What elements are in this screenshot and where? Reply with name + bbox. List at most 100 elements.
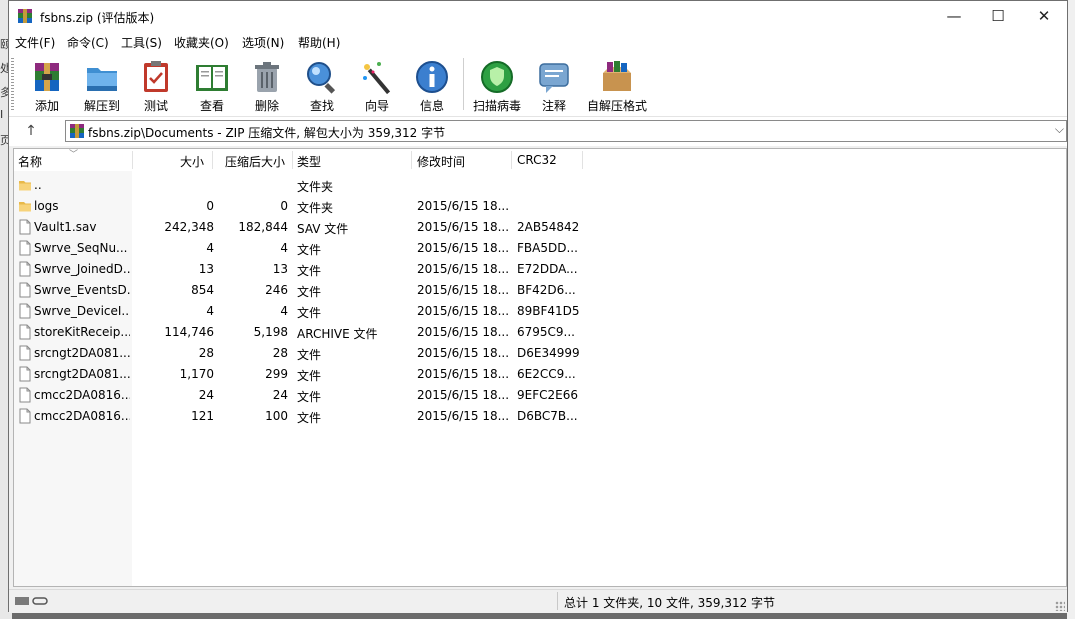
resize-grip[interactable] [1055,601,1065,611]
minimize-button[interactable]: — [931,1,977,32]
folder-icon [19,202,31,212]
file-type: 文件 [297,285,322,299]
file-size: 854 [191,283,214,297]
file-modified: 2015/6/15 18... [417,388,510,402]
address-path: fsbns.zip\Documents - ZIP 压缩文件, 解包大小为 35… [88,126,446,140]
menu-commands[interactable]: 命令(C) [67,34,109,51]
file-modified: 2015/6/15 18... [417,325,510,339]
sort-indicator-icon: ﹀ [69,150,79,160]
file-type: SAV 文件 [297,222,349,236]
file-packed-size: 246 [265,283,288,297]
column-separator[interactable] [582,151,583,169]
file-name: .. [34,178,42,192]
file-row[interactable]: .. 文件夹 [14,175,1066,196]
chevron-down-icon[interactable]: ⌵ [1055,122,1064,137]
file-packed-size: 182,844 [238,220,288,234]
archive-icon [70,124,84,138]
menu-favorites[interactable]: 收藏夹(O) [174,34,229,51]
file-modified: 2015/6/15 18... [417,262,510,276]
column-separator[interactable] [511,151,512,169]
disk-status-icon [15,597,48,605]
file-row[interactable]: cmcc2DA0816... 24 24 文件 2015/6/15 18... 9EFC2… [14,385,1066,406]
menu-bar: 文件(F) 命令(C) 工具(S) 收藏夹(O) 选项(N) 帮助(H) [9,32,1067,52]
file-size: 1,170 [179,367,214,381]
folder-icon [19,181,31,191]
delete-trash-icon [255,62,279,92]
file-size: 24 [198,388,214,402]
column-packed[interactable]: 压缩后大小 [225,153,285,170]
file-row[interactable]: Swrve_EventsD... 854 246 文件 2015/6/15 18... B… [14,280,1066,301]
file-type: 文件 [297,390,322,404]
file-type: 文件 [297,264,322,278]
maximize-button[interactable]: ☐ [975,1,1021,32]
comment-icon [539,63,569,93]
column-separator[interactable] [132,151,133,169]
sfx-button[interactable]: 自解压格式 [587,56,647,114]
file-row[interactable]: Swrve_DeviceI... 4 4 文件 2015/6/15 18... 89BF4… [14,301,1066,322]
menu-options[interactable]: 选项(N) [242,34,284,51]
list-header: 名称 ﹀ 大小 压缩后大小 类型 修改时间 CRC32 [14,149,1066,171]
toolbar: 添加 解压到 测试 查看 删除 查找 向导 信息 扫描病毒 注释 自解压格式 [9,52,1067,117]
column-separator[interactable] [411,151,412,169]
file-row[interactable]: cmcc2DA0816... 121 100 文件 2015/6/15 18... D6B… [14,406,1066,427]
file-size: 114,746 [164,325,214,339]
file-crc: 6E2CC9... [517,367,576,381]
status-summary: 总计 1 文件夹, 10 文件, 359,312 字节 [564,596,776,610]
file-modified: 2015/6/15 18... [417,220,510,234]
column-type[interactable]: 类型 [297,153,321,170]
column-modified[interactable]: 修改时间 [417,153,465,170]
title-bar[interactable]: fsbns.zip (评估版本) — ☐ ✕ [9,1,1067,32]
file-size: 28 [198,346,214,360]
file-size: 121 [191,409,214,423]
file-row[interactable]: storeKitReceip... 114,746 5,198 ARCHIVE 文件 2… [14,322,1066,343]
column-separator[interactable] [292,151,293,169]
file-name: Vault1.sav [34,220,97,234]
file-row[interactable]: logs 0 0 文件夹 2015/6/15 18... [14,196,1066,217]
file-modified: 2015/6/15 18... [417,346,510,360]
sfx-label: 自解压格式 [586,99,647,113]
info-icon [416,61,448,93]
extract-folder-icon [87,68,117,91]
file-modified: 2015/6/15 18... [417,409,510,423]
file-crc: D6BC7B... [517,409,578,423]
file-crc: D6E34999 [517,346,580,360]
file-name: srcngt2DA081... [34,346,130,360]
file-row[interactable]: Swrve_SeqNu... 4 4 文件 2015/6/15 18... FBA5DD.… [14,238,1066,259]
file-list: 名称 ﹀ 大小 压缩后大小 类型 修改时间 CRC32 .. 文件夹 logs 0 0 文… [13,148,1067,587]
file-name: logs [34,199,59,213]
up-level-button[interactable]: ↑ [21,123,41,141]
file-row[interactable]: srcngt2DA081... 1,170 299 文件 2015/6/15 18...… [14,364,1066,385]
file-size: 13 [198,262,214,276]
sfx-box-icon [603,61,631,91]
test-clipboard-icon [144,61,168,92]
file-row[interactable]: Swrve_JoinedD... 13 13 文件 2015/6/15 18... E72… [14,259,1066,280]
menu-file[interactable]: 文件(F) [15,34,55,51]
column-name[interactable]: 名称 [18,153,42,170]
add-archive-icon [35,63,59,91]
winrar-window: fsbns.zip (评估版本) — ☐ ✕ 文件(F) 命令(C) 工具(S)… [8,0,1068,613]
file-row[interactable]: Vault1.sav 242,348 182,844 SAV 文件 2015/6/15 … [14,217,1066,238]
winrar-app-icon[interactable] [17,8,33,24]
file-row[interactable]: srcngt2DA081... 28 28 文件 2015/6/15 18... D6E3… [14,343,1066,364]
column-separator[interactable] [212,151,213,169]
close-button[interactable]: ✕ [1021,1,1067,32]
info-button[interactable]: 信息 [404,56,460,114]
file-icon [19,219,31,235]
menu-help[interactable]: 帮助(H) [298,34,340,51]
file-crc: 89BF41D5 [517,304,580,318]
file-name: Swrve_SeqNu... [34,241,128,255]
file-type: 文件夹 [297,180,334,194]
column-crc[interactable]: CRC32 [517,153,557,167]
comment-button[interactable]: 注释 [526,56,582,114]
file-packed-size: 28 [272,346,288,360]
file-type: 文件 [297,369,322,383]
file-icon [19,282,31,298]
address-field[interactable]: fsbns.zip\Documents - ZIP 压缩文件, 解包大小为 35… [65,120,1067,142]
menu-tools[interactable]: 工具(S) [121,34,162,51]
file-icon [19,324,31,340]
file-name: Swrve_JoinedD... [34,262,130,276]
file-packed-size: 4 [280,304,288,318]
status-bar: 总计 1 文件夹, 10 文件, 359,312 字节 [9,589,1067,613]
column-size[interactable]: 大小 [180,153,204,170]
file-name: Swrve_EventsD... [34,283,130,297]
